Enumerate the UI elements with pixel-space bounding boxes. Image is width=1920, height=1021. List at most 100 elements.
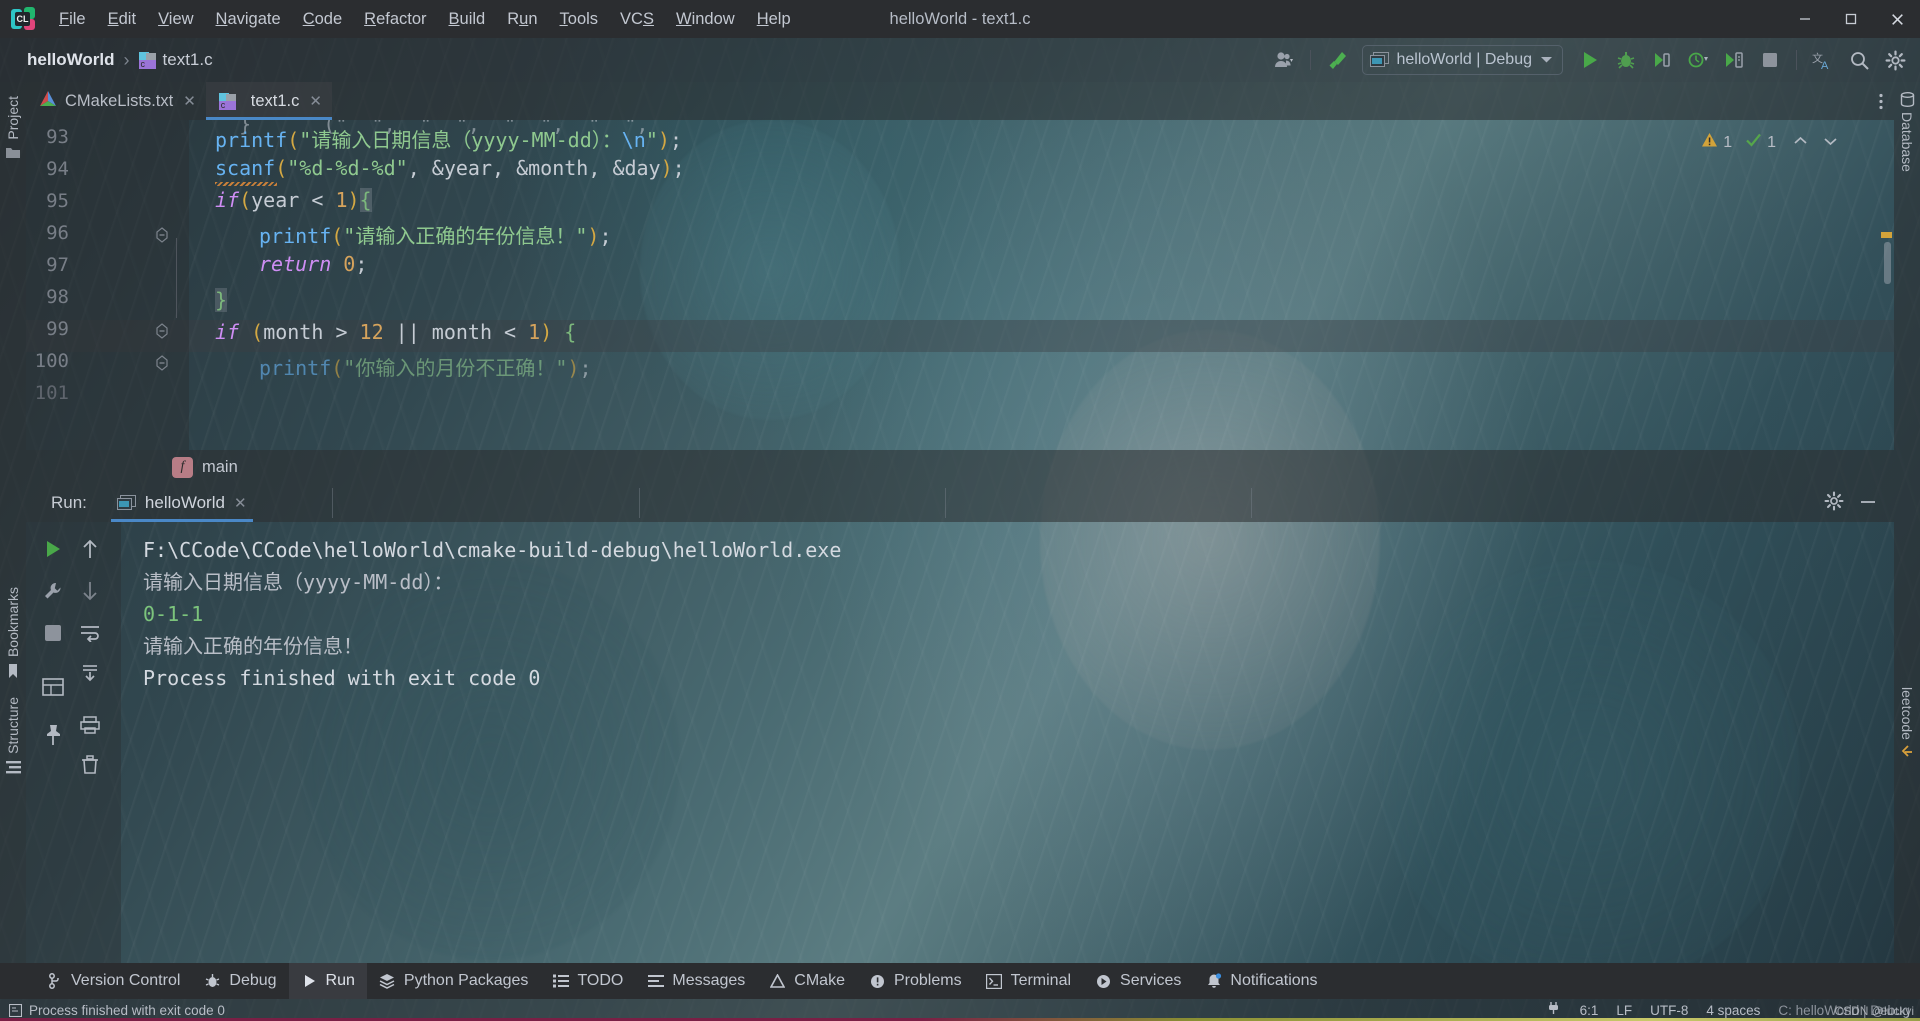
menu-run[interactable]: Run [497,7,547,32]
bottom-tab-todo[interactable]: TODO [540,963,635,999]
problems-icon [869,973,886,990]
bottom-tab-notifications[interactable]: Notifications [1193,963,1329,999]
sidebar-item-leetcode[interactable]: leetcode [1894,687,1920,759]
close-tab-icon[interactable]: ✕ [234,494,247,512]
menu-view[interactable]: View [148,7,203,32]
bottom-tab-run-label: Run [325,972,355,989]
run-icon[interactable] [1573,43,1607,77]
menu-vcs[interactable]: VCS [610,7,664,32]
menu-edit[interactable]: Edit [98,7,146,32]
profiler-icon[interactable] [1681,43,1715,77]
line-number: 94 [46,158,69,180]
breadcrumb-main-function[interactable]: f main [172,456,238,478]
line-number: 100 [34,350,69,372]
leetcode-icon [1900,745,1914,759]
build-hammer-icon[interactable] [1320,43,1354,77]
left-tool-rail: Project Bookmarks Structure [0,82,26,981]
chevron-up-icon[interactable] [1793,134,1808,152]
bottom-tab-problems[interactable]: Problems [857,963,974,999]
rerun-icon[interactable] [36,532,70,566]
clear-all-icon[interactable] [73,748,107,782]
more-vertical-icon[interactable] [1868,82,1894,120]
run-window-label: Run: [51,493,87,512]
attach-process-icon[interactable] [1717,43,1751,77]
debug-icon[interactable] [1609,43,1643,77]
soft-wrap-icon[interactable] [73,616,107,650]
wrench-icon[interactable] [36,574,70,608]
bottom-tab-problems-label: Problems [893,972,962,989]
bottom-tool-window-bar: Version Control Debug Run Python Package… [0,963,1920,999]
menu-code[interactable]: Code [293,7,352,32]
close-tab-icon[interactable]: ✕ [309,92,322,110]
file-encoding[interactable]: UTF-8 [1650,1003,1688,1018]
stop-icon[interactable] [36,616,70,650]
bottom-tab-messages[interactable]: Messages [635,963,757,999]
settings-gear-icon[interactable] [1824,490,1844,516]
bottom-tab-debug[interactable]: Debug [192,963,288,999]
status-message[interactable]: Process finished with exit code 0 [29,1003,225,1018]
menu-build[interactable]: Build [439,7,496,32]
run-coverage-icon[interactable] [1645,43,1679,77]
bottom-tab-cmake-label: CMake [794,972,845,989]
sidebar-item-structure[interactable]: Structure [0,697,26,774]
run-console-output[interactable]: F:\CCode\CCode\helloWorld\cmake-build-de… [121,522,1894,981]
indent-setting[interactable]: 4 spaces [1706,1003,1760,1018]
breadcrumb-file[interactable]: text1.c [163,50,213,70]
menu-navigate[interactable]: Navigate [206,7,291,32]
line-separator[interactable]: LF [1616,1003,1632,1018]
run-tab-helloworld[interactable]: helloWorld ✕ [110,484,253,522]
breadcrumb-project[interactable]: helloWorld [27,50,115,70]
tab-text1c[interactable]: c text1.c ✕ [205,82,333,120]
caret-position[interactable]: 6:1 [1580,1003,1599,1018]
user-account-icon[interactable] [1267,43,1301,77]
menu-window[interactable]: Window [666,7,745,32]
console-line: F:\CCode\CCode\helloWorld\cmake-build-de… [143,538,842,562]
scroll-up-icon[interactable] [73,532,107,566]
run-configuration-selector[interactable]: helloWorld | Debug [1361,45,1563,75]
stop-icon[interactable] [1753,43,1787,77]
menu-file[interactable]: File [49,7,96,32]
close-icon[interactable] [1874,0,1920,38]
tab-cmakelists[interactable]: CMakeLists.txt ✕ [26,82,206,120]
sidebar-item-bookmarks[interactable]: Bookmarks [0,587,26,679]
maximize-icon[interactable] [1828,0,1874,38]
plugin-icon[interactable] [1547,1001,1562,1019]
minimize-icon[interactable] [1782,0,1828,38]
search-everywhere-icon[interactable] [1842,43,1876,77]
settings-gear-icon[interactable] [1878,43,1912,77]
fold-collapse-icon[interactable] [154,224,170,243]
pin-icon[interactable] [36,718,70,752]
close-tab-icon[interactable]: ✕ [183,92,196,110]
minimize-window-icon[interactable] [1858,494,1878,513]
sidebar-item-project[interactable]: Project [0,96,26,160]
code-text-area[interactable]: } (" ", " ", " ", " ", printf("请输入日期信息（y… [189,120,1894,450]
c-file-icon: c [218,92,236,110]
bottom-tab-terminal[interactable]: Terminal [974,963,1083,999]
bottom-tab-todo-label: TODO [577,972,624,989]
bottom-tab-run[interactable]: Run [288,963,367,999]
line-number: 93 [46,126,69,148]
header-separator [332,488,333,518]
editor-gutter[interactable]: 93 94 95 96 97 98 99 100 101 [26,120,189,450]
translate-icon[interactable]: 文 A [1806,43,1840,77]
sidebar-item-database[interactable]: Database [1894,92,1920,172]
print-table-icon[interactable] [36,670,70,704]
code-editor[interactable]: 93 94 95 96 97 98 99 100 101 } (" ", " "… [26,120,1894,450]
menu-refactor[interactable]: Refactor [354,7,436,32]
fold-collapse-icon[interactable] [154,352,170,371]
scroll-to-end-icon[interactable] [73,656,107,690]
menu-tools[interactable]: Tools [550,7,609,32]
fold-end-icon[interactable] [154,320,170,339]
bottom-tab-version-control[interactable]: Version Control [34,963,192,999]
bottom-tab-cmake[interactable]: CMake [757,963,857,999]
bottom-tab-python-packages[interactable]: Python Packages [367,963,541,999]
menu-help[interactable]: Help [747,7,801,32]
inspection-widget[interactable]: 1 1 [1701,132,1838,153]
chevron-down-icon[interactable] [1823,134,1838,152]
chevron-down-icon[interactable] [1540,51,1553,69]
scroll-down-icon[interactable] [73,574,107,608]
editor-scrollbar[interactable] [1880,120,1894,450]
bottom-tab-services[interactable]: Services [1083,963,1193,999]
scrollbar-thumb[interactable] [1884,242,1891,284]
print-icon[interactable] [73,708,107,742]
